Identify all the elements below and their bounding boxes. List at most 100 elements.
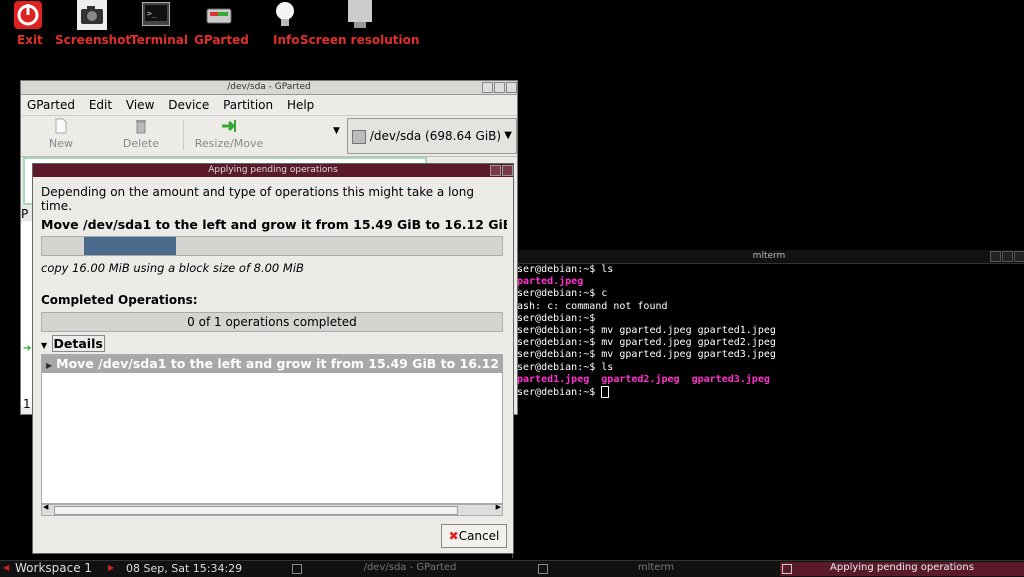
terminal-icon: >_ [142,2,170,26]
exit-label: Exit [17,33,43,47]
menu-view[interactable]: View [126,98,154,112]
svg-text:>_: >_ [147,9,157,18]
horizontal-scrollbar[interactable]: ◀ ▶ [41,503,503,516]
maximize-button[interactable] [1002,251,1013,262]
toolbar-overflow-arrow[interactable]: ▼ [333,126,340,136]
details-row[interactable]: ▶ Move /dev/sda1 to the left and grow it … [42,355,502,373]
close-button[interactable] [1014,251,1024,262]
terminal-line: ser@debian:~$ mv gparted.jpeg gparted1.j… [517,325,776,337]
scroll-right-icon[interactable]: ▶ [496,503,501,511]
dialog-titlebar[interactable]: Applying pending operations [33,164,513,177]
terminal-titlebar[interactable]: mlterm [513,250,1024,264]
device-selector[interactable]: /dev/sda (698.64 GiB) ▼ [347,118,517,154]
workspace-next-arrow[interactable]: ▶ [108,563,114,572]
new-file-icon [55,118,67,134]
terminal-line: ser@debian:~$ ls [517,361,614,373]
task-label: Applying pending operations [830,562,974,573]
terminal-line: ser@debian:~$ ls [517,264,614,275]
minimize-button[interactable] [482,82,493,93]
scroll-thumb[interactable] [54,506,458,515]
delete-label: Delete [122,137,160,150]
cancel-button[interactable]: ✖Cancel [441,524,507,548]
close-button[interactable] [506,82,517,93]
menu-device[interactable]: Device [168,98,209,112]
progress-bar [41,236,503,256]
gparted-label: GParted [194,33,249,47]
resize-move-button[interactable]: Resize/Move [189,118,269,150]
gparted-menubar: GParted Edit View Device Partition Help [27,96,324,114]
terminal-line: parted1.jpeg gparted2.jpeg gparted3.jpeg [517,373,770,385]
gparted-titlebar[interactable]: /dev/sda - GParted [21,81,517,95]
device-label: /dev/sda (698.64 GiB) [369,129,502,143]
menu-partition[interactable]: Partition [223,98,273,112]
details-row-label: Move /dev/sda1 to the left and grow it f… [56,356,502,371]
window-icon [538,564,548,574]
close-button[interactable] [502,165,513,176]
taskbar: ◀ Workspace 1 ▶ 08 Sep, Sat 15:34:29 /de… [0,560,1024,577]
expand-triangle-icon[interactable]: ▶ [46,361,52,370]
disk-icon [352,129,366,144]
sub-status: copy 16.00 MiB using a block size of 8.0… [41,261,304,275]
monitor-icon [346,0,374,30]
menu-gparted[interactable]: GParted [27,98,75,112]
power-icon [14,1,42,29]
green-arrow-icon: ➔ [23,343,32,354]
details-expander[interactable]: ▼ Details [41,335,105,352]
clock: 08 Sep, Sat 15:34:29 [126,562,243,575]
expander-arrow-icon: ▼ [41,341,48,350]
terminal-label: Terminal [130,33,189,47]
progress-fill [84,237,177,255]
terminal-output[interactable]: ser@debian:~$ ls parted.jpeg ser@debian:~$… [517,264,1017,399]
scroll-left-icon[interactable]: ◀ [43,503,48,511]
screenshot-label: Screenshot [55,33,132,47]
resize-move-label: Resize/Move [194,137,264,150]
completed-status: 0 of 1 operations completed [41,312,503,332]
cancel-icon: ✖ [448,529,459,543]
minimize-button[interactable] [990,251,1001,262]
task-gparted[interactable]: /dev/sda - GParted [290,562,530,576]
info-label: Info [273,33,300,47]
terminal-window: mlterm ser@debian:~$ ls parted.jpeg ser@de… [512,250,1024,558]
task-mlterm[interactable]: mlterm [536,562,776,576]
delete-button[interactable]: Delete [119,118,163,150]
task-apply-dialog[interactable]: Applying pending operations [780,562,1024,576]
menu-edit[interactable]: Edit [89,98,112,112]
terminal-line: ser@debian:~$ mv gparted.jpeg gparted3.j… [517,349,776,361]
terminal-line: ser@debian:~$ [517,386,1017,399]
window-icon [782,564,792,574]
resize-arrow-icon [222,120,236,132]
terminal-line: parted.jpeg [517,276,584,288]
chevron-down-icon: ▼ [504,130,512,141]
terminal-title: mlterm [752,251,786,261]
maximize-button[interactable] [494,82,505,93]
completed-heading: Completed Operations: [41,293,198,307]
status-count-partial: 1 [23,397,31,411]
dialog-title: Applying pending operations [208,165,338,175]
toolbar-separator [183,120,184,150]
trash-icon [136,120,146,134]
lightbulb-icon [273,0,297,30]
toolbar: New Delete Resize/Move ▼ /dev/sda (698.6… [21,115,517,157]
new-button[interactable]: New [41,118,81,150]
apply-dialog: Applying pending operations Depending on… [32,163,514,554]
terminal-cursor [601,386,610,399]
minimize-button[interactable] [490,165,501,176]
task-label: mlterm [637,562,675,573]
dialog-intro: Depending on the amount and type of oper… [41,185,474,213]
terminal-line: ash: c: command not found [517,300,668,312]
gparted-title: /dev/sda - GParted [227,82,311,92]
terminal-line: ser@debian:~$ [517,312,596,324]
workspace-label[interactable]: Workspace 1 [15,561,92,575]
window-icon [292,564,302,574]
menu-help[interactable]: Help [287,98,314,112]
gparted-icon [206,6,232,24]
current-operation: Move /dev/sda1 to the left and grow it f… [41,217,507,232]
details-label: Details [51,335,105,352]
new-label: New [49,137,73,150]
details-tree[interactable]: ▶ Move /dev/sda1 to the left and grow it … [41,354,503,504]
terminal-line: ser@debian:~$ c [517,288,608,300]
screen-resolution-label: Screen resolution [300,33,420,47]
workspace-prev-arrow[interactable]: ◀ [3,563,9,572]
cancel-label: Cancel [458,529,500,543]
terminal-line: ser@debian:~$ mv gparted.jpeg gparted2.j… [517,337,776,349]
